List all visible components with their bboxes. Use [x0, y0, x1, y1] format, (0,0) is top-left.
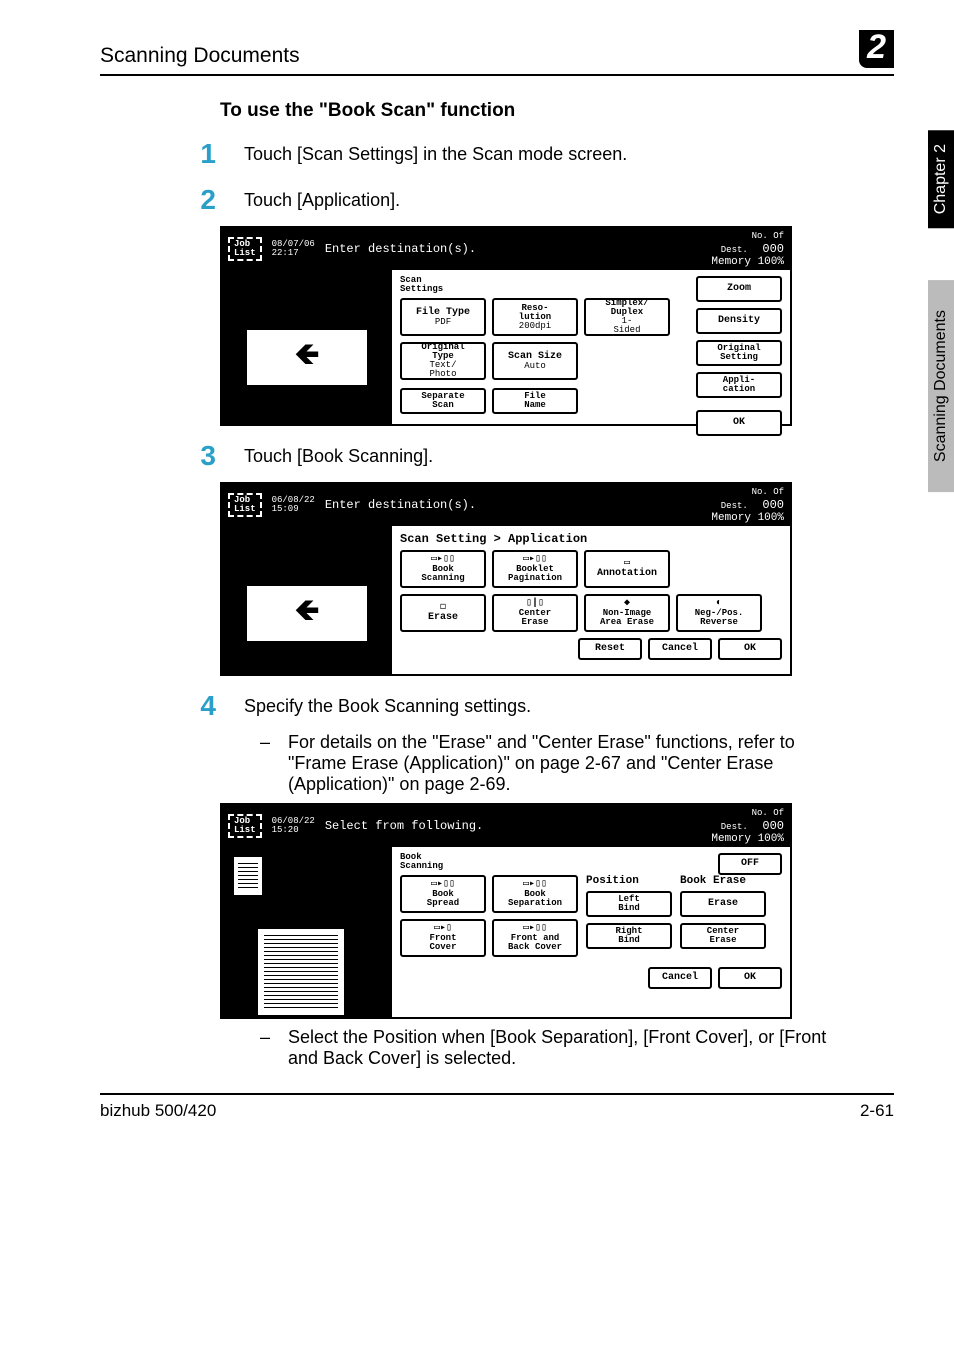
step-1-number: 1 [190, 138, 216, 170]
position-label: Position [586, 875, 672, 887]
bullet-dash: – [260, 732, 274, 795]
page-header-title: Scanning Documents [100, 44, 300, 68]
non-image-area-erase-button[interactable]: ◆ Non-Image Area Erase [584, 594, 670, 632]
memory-status: Memory 100% [711, 512, 784, 524]
erase-button[interactable]: ◻ Erase [400, 594, 486, 632]
dest-count: 000 [762, 819, 784, 833]
breadcrumb: Scan Setting > Application [400, 532, 782, 546]
ok-button[interactable]: OK [696, 410, 782, 436]
datetime: 08/07/06 22:17 [272, 240, 315, 258]
step-2-text: Touch [Application]. [244, 184, 400, 211]
step-3-text: Touch [Book Scanning]. [244, 440, 433, 467]
datetime: 06/08/22 15:20 [272, 817, 315, 835]
bullet-dash: – [260, 1027, 274, 1069]
datetime: 06/08/22 15:09 [272, 496, 315, 514]
section-title: To use the "Book Scan" function [220, 100, 894, 122]
file-name-button[interactable]: File Name [492, 388, 578, 414]
document-icon [232, 855, 264, 897]
arrow-left-icon: 🡸 [247, 586, 367, 641]
lcd-screen-book-scanning: Job List 06/08/22 15:20 Select from foll… [220, 803, 792, 1019]
step-4-number: 4 [190, 690, 216, 722]
file-type-button[interactable]: File TypePDF [400, 298, 486, 336]
reset-button[interactable]: Reset [578, 638, 642, 660]
density-button[interactable]: Density [696, 308, 782, 334]
memory-status: Memory 100% [711, 256, 784, 268]
dest-count: 000 [762, 498, 784, 512]
side-tab-chapter: Chapter 2 [928, 130, 954, 228]
lcd-screen-application: Job List 06/08/22 15:09 Enter destinatio… [220, 482, 792, 676]
prompt-text: Enter destination(s). [325, 498, 476, 512]
job-list-button[interactable]: Job List [228, 814, 262, 838]
dest-count: 000 [762, 242, 784, 256]
neg-pos-reverse-button[interactable]: ◐ Neg-/Pos. Reverse [676, 594, 762, 632]
annotation-button[interactable]: ▭ Annotation [584, 550, 670, 588]
ok-button[interactable]: OK [718, 967, 782, 989]
simplex-duplex-button[interactable]: Simplex/ Duplex1- Sided [584, 298, 670, 336]
arrow-left-icon: 🡸 [247, 330, 367, 385]
step-1-text: Touch [Scan Settings] in the Scan mode s… [244, 138, 627, 165]
off-button[interactable]: OFF [718, 853, 782, 875]
chapter-badge: 2 [859, 30, 894, 68]
book-erase-label: Book Erase [680, 875, 766, 887]
step-3-number: 3 [190, 440, 216, 472]
prompt-text: Select from following. [325, 819, 483, 833]
scan-size-button[interactable]: Scan SizeAuto [492, 342, 578, 380]
job-list-button[interactable]: Job List [228, 493, 262, 517]
erase-button[interactable]: Erase [680, 891, 766, 917]
book-spread-button[interactable]: ▭▸▯▯ Book Spread [400, 875, 486, 913]
footer-model: bizhub 500/420 [100, 1101, 216, 1121]
lcd-screen-scan-settings: Job List 08/07/06 22:17 Enter destinatio… [220, 226, 792, 426]
cancel-button[interactable]: Cancel [648, 638, 712, 660]
booklet-pagination-button[interactable]: ▭▸▯▯ Booklet Pagination [492, 550, 578, 588]
application-button[interactable]: Appli- cation [696, 372, 782, 398]
book-separation-button[interactable]: ▭▸▯▯ Book Separation [492, 875, 578, 913]
memory-status: Memory 100% [711, 833, 784, 845]
original-type-button[interactable]: Original TypeText/ Photo [400, 342, 486, 380]
open-book-icon [256, 927, 346, 1017]
center-erase-button[interactable]: ▯|▯ Center Erase [492, 594, 578, 632]
ok-button[interactable]: OK [718, 638, 782, 660]
front-cover-button[interactable]: ▭▸▯ Front Cover [400, 919, 486, 957]
left-bind-button[interactable]: Left Bind [586, 891, 672, 917]
original-setting-button[interactable]: Original Setting [696, 340, 782, 366]
right-bind-button[interactable]: Right Bind [586, 923, 672, 949]
separate-scan-button[interactable]: Separate Scan [400, 388, 486, 414]
prompt-text: Enter destination(s). [325, 242, 476, 256]
cancel-button[interactable]: Cancel [648, 967, 712, 989]
side-tab-section: Scanning Documents [928, 280, 954, 492]
step-2-number: 2 [190, 184, 216, 216]
book-scanning-button[interactable]: ▭▸▯▯ Book Scanning [400, 550, 486, 588]
front-back-cover-button[interactable]: ▭▸▯▯ Front and Back Cover [492, 919, 578, 957]
job-list-button[interactable]: Job List [228, 237, 262, 261]
bullet-2-text: Select the Position when [Book Separatio… [288, 1027, 840, 1069]
footer-page-number: 2-61 [860, 1101, 894, 1121]
center-erase-button[interactable]: Center Erase [680, 923, 766, 949]
resolution-button[interactable]: Reso- lution200dpi [492, 298, 578, 336]
zoom-button[interactable]: Zoom [696, 276, 782, 302]
bullet-1-text: For details on the "Erase" and "Center E… [288, 732, 840, 795]
book-scanning-label: Book Scanning [400, 853, 443, 871]
step-4-text: Specify the Book Scanning settings. [244, 690, 531, 717]
